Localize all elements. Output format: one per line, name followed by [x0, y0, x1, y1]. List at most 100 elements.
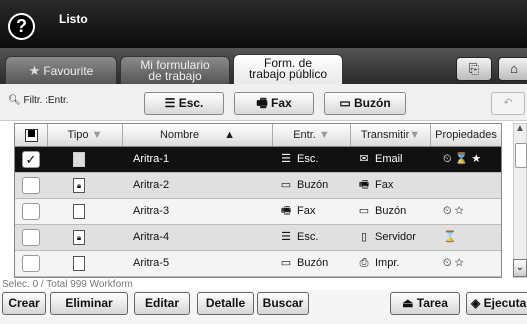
entry-label: Esc. — [297, 153, 319, 165]
detail-button[interactable]: Detalle — [197, 292, 254, 315]
name-cell: Aritra-4 — [133, 231, 170, 243]
tab-public-workforms[interactable]: Form. de trabajo público — [233, 54, 343, 85]
tab-my-workforms[interactable]: Mi formulario de trabajo — [120, 56, 230, 84]
col-type-label: Tipo — [67, 129, 89, 141]
fax-icon: 🖷︎ — [280, 205, 292, 217]
col-header-transmit[interactable]: Transmitir▼ — [351, 124, 431, 146]
col-entry-label: Entr. — [293, 129, 316, 141]
filter-scan-button[interactable]: ☰ Esc. — [144, 92, 224, 115]
execute-label: Ejecutar — [483, 296, 527, 310]
properties-cell: ⏲ ☆ — [443, 205, 464, 217]
undo-button[interactable]: ↶ — [491, 92, 525, 115]
table-row[interactable]: Aritra-3 🖷︎ Fax ▭ Buzón ⏲ ☆ — [15, 199, 501, 225]
search-button[interactable]: Buscar — [257, 292, 309, 315]
col-header-type[interactable]: Tipo ▼ — [48, 124, 123, 146]
entry-label: Buzón — [297, 179, 329, 191]
filter-label: 🔍︎ Filtr. :Entr. — [8, 95, 69, 106]
chevron-down-icon: ⌄ — [515, 262, 525, 273]
help-button[interactable]: ? — [8, 13, 35, 40]
dropdown-icon: ▼ — [91, 129, 103, 141]
table-row[interactable]: 🔒︎ Aritra-2 ▭ Buzón 🖷︎ Fax — [15, 173, 501, 199]
email-icon: ✉ — [359, 153, 369, 165]
entry-cell: ▭ Buzón — [279, 251, 349, 276]
export-button[interactable]: ⎘ — [456, 57, 492, 81]
transmit-cell: ⎙ Impr. — [357, 251, 429, 276]
search-icon: 🔍︎ — [8, 95, 21, 106]
filter-mailbox-button[interactable]: ▭ Buzón — [324, 92, 406, 115]
entry-label: Esc. — [297, 231, 319, 243]
export-icon: ⎘ — [468, 61, 480, 76]
scanner-icon: ☰ — [281, 231, 291, 243]
eject-icon: ⏏ — [402, 296, 414, 310]
type-cell — [73, 251, 103, 276]
task-button[interactable]: ⏏ Tarea — [390, 292, 460, 315]
properties-cell: ⏲ ☆ — [443, 257, 464, 269]
transmit-label: Impr. — [375, 257, 400, 269]
workform-table: Tipo ▼ Nombre ▲ Entr. ▼ Transmitir▼ Prop… — [14, 123, 502, 278]
filter-bar: 🔍︎ Filtr. :Entr. ☰ Esc. 🖷︎ Fax ▭ Buzón ↶ — [0, 84, 527, 121]
row-checkbox[interactable] — [22, 203, 40, 220]
scanner-icon: ☰ — [281, 153, 291, 165]
workform-screen: ? Listo ★ Favourite Mi formulario de trab… — [0, 0, 527, 324]
properties-cell: ⏲ ⌛ ★ — [443, 153, 482, 165]
type-cell — [73, 199, 103, 224]
tab-label-line2: trabajo público — [248, 67, 328, 81]
col-header-name[interactable]: Nombre ▲ — [123, 124, 273, 146]
transmit-cell: ✉ Email — [357, 147, 429, 172]
col-header-properties[interactable]: Propiedades — [431, 124, 501, 146]
transmit-label: Servidor — [375, 231, 416, 243]
action-bar: Crear Eliminar Editar Detalle Buscar ⏏ T… — [0, 290, 527, 324]
tab-favourite[interactable]: ★ Favourite — [5, 56, 117, 84]
scroll-down-button[interactable]: ⌄ — [513, 259, 527, 277]
sort-asc-icon: ▲ — [224, 129, 236, 141]
row-checkbox[interactable]: ✓ — [22, 151, 40, 168]
edit-button[interactable]: Editar — [134, 292, 190, 315]
star-icon: ★ — [28, 63, 41, 78]
document-icon — [73, 255, 85, 271]
delete-button[interactable]: Eliminar — [50, 292, 128, 315]
execute-button[interactable]: ◈ Ejecutar — [466, 292, 527, 315]
table-row[interactable]: Aritra-5 ▭ Buzón ⎙ Impr. ⏲ ☆ — [15, 251, 501, 277]
type-cell — [73, 147, 103, 172]
printer-icon: ⎙ — [359, 257, 369, 269]
status-bar: ? Listo — [0, 0, 527, 48]
document-icon — [73, 203, 85, 219]
table-header: Tipo ▼ Nombre ▲ Entr. ▼ Transmitir▼ Prop… — [15, 124, 501, 147]
col-name-label: Nombre — [159, 129, 200, 141]
server-icon: ▯ — [360, 231, 368, 243]
entry-cell: ▭ Buzón — [279, 173, 349, 198]
locked-document-icon: 🔒︎ — [73, 177, 85, 193]
scroll-up-icon[interactable]: ▲ — [513, 123, 527, 141]
name-cell: Aritra-3 — [133, 205, 170, 217]
row-checkbox[interactable] — [22, 177, 40, 194]
fax-icon: 🖷︎ — [256, 96, 268, 110]
home-icon: ⌂ — [510, 61, 518, 76]
tab-favourite-label: Favourite — [43, 64, 94, 78]
diamond-start-icon: ◈ — [471, 296, 481, 310]
status-text: Listo — [59, 12, 88, 26]
dropdown-icon: ▼ — [409, 129, 421, 141]
filter-scan-label: Esc. — [178, 96, 204, 110]
selection-info: Selec. 0 / Total 999 Workform — [2, 279, 133, 290]
name-cell: Aritra-2 — [133, 179, 170, 191]
name-cell: Aritra-1 — [133, 153, 170, 165]
entry-cell: ☰ Esc. — [279, 147, 349, 172]
document-icon — [73, 151, 85, 167]
row-checkbox[interactable] — [22, 229, 40, 246]
locked-document-icon: 🔒︎ — [73, 229, 85, 245]
mailbox-icon: ▭ — [358, 205, 370, 217]
fax-icon: 🖷︎ — [358, 179, 370, 191]
select-all-checkbox[interactable] — [15, 124, 48, 146]
row-checkbox[interactable] — [22, 255, 40, 272]
filter-text: Filtr. :Entr. — [23, 95, 69, 106]
table-row[interactable]: ✓ Aritra-1 ☰ Esc. ✉ Email ⏲ ⌛ ★ — [15, 147, 501, 173]
create-button[interactable]: Crear — [2, 292, 46, 315]
filter-fax-button[interactable]: 🖷︎ Fax — [234, 92, 314, 115]
table-row[interactable]: 🔒︎ Aritra-4 ☰ Esc. ▯ Servidor ⌛ — [15, 225, 501, 251]
properties-cell: ⌛ — [443, 231, 457, 243]
transmit-label: Fax — [375, 179, 394, 191]
home-button[interactable]: ⌂ — [498, 57, 527, 81]
scroll-thumb[interactable] — [515, 143, 527, 168]
col-header-entry[interactable]: Entr. ▼ — [273, 124, 351, 146]
transmit-cell: ▭ Buzón — [357, 199, 429, 224]
